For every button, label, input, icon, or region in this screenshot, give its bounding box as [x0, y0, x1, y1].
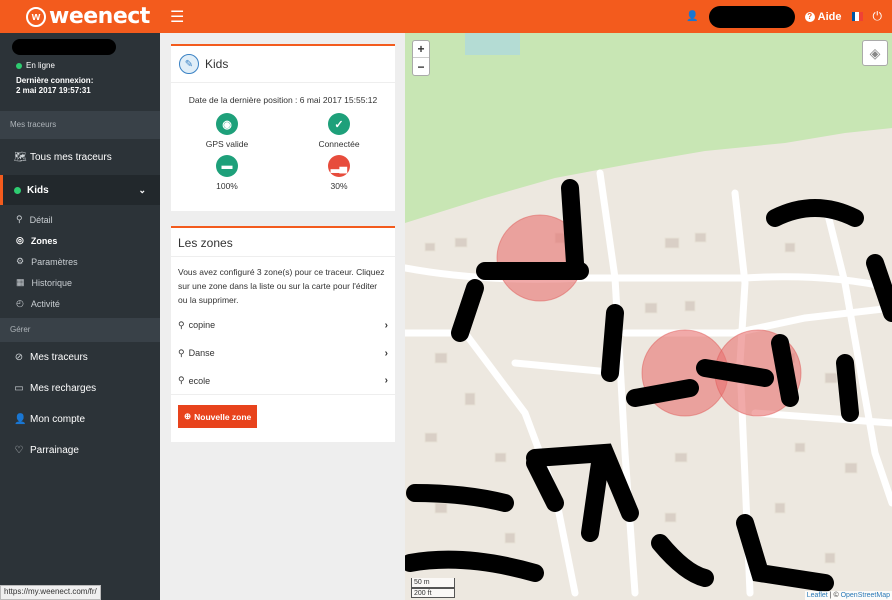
power-icon[interactable]: ⏻: [873, 9, 883, 24]
gps-stat: ◉ GPS valide: [171, 113, 283, 149]
map-attribution: Leaflet | © OpenStreetMap: [804, 591, 892, 600]
logo-icon: w: [26, 6, 46, 27]
hamburger-icon[interactable]: ☰: [170, 7, 184, 27]
leaflet-link[interactable]: Leaflet: [807, 592, 828, 599]
section-my-trackers: Mes traceurs: [0, 111, 160, 139]
last-connection: Dernière connexion: 2 mai 2017 19:57:31: [16, 76, 94, 95]
sidebar-item-activity[interactable]: ◴ Activité: [0, 293, 160, 314]
check-icon: ✓: [328, 113, 350, 135]
geofence-zones: [496, 214, 802, 417]
online-dot-icon: [16, 62, 22, 69]
map-scale: 50 m 200 ft: [411, 578, 455, 598]
osm-link[interactable]: OpenStreetMap: [841, 592, 890, 599]
dashboard-icon: ◴: [16, 298, 24, 308]
zones-title: Les zones: [171, 228, 395, 257]
help-icon: ?: [804, 11, 815, 22]
chevron-right-icon: ›: [384, 375, 388, 386]
chevron-right-icon: ›: [384, 347, 388, 359]
park-area: [405, 33, 892, 223]
new-zone-button[interactable]: ⊕ Nouvelle zone: [178, 405, 258, 428]
sidebar-item-recharges[interactable]: ▭ Mes recharges: [0, 373, 160, 404]
user-icon: 👤: [14, 414, 27, 425]
signal-icon: ▂▄: [328, 155, 350, 177]
tracker-avatar-icon: ✎: [179, 54, 199, 74]
tracker-status-dot: [14, 186, 21, 194]
tracker-name: Kids: [205, 57, 229, 71]
last-position: Date de la dernière position : 6 mai 201…: [188, 95, 378, 105]
map-view[interactable]: + − ◈ 50 m 200 ft Leaflet | © OpenStreet…: [405, 33, 892, 600]
sidebar-item-tracker-kids[interactable]: Kids ⌄: [0, 175, 160, 205]
heart-icon: ♡: [14, 445, 24, 456]
browser-status-url: https://my.weenect.com/fr/: [0, 585, 101, 600]
compass-icon: ⊘: [14, 352, 24, 363]
sidebar: En ligne Dernière connexion: 2 mai 2017 …: [0, 33, 160, 600]
target-icon: ◎: [16, 235, 24, 245]
profile-block: En ligne Dernière connexion: 2 mai 2017 …: [0, 33, 160, 111]
calendar-icon: ▦: [16, 277, 25, 287]
zone-item-ecole[interactable]: ⚲ ecole ›: [171, 367, 395, 395]
chevron-down-icon: ⌄: [138, 184, 146, 195]
battery-icon: ▬: [216, 155, 238, 177]
location-pin-icon: ⚲: [178, 319, 185, 330]
zoom-in-button[interactable]: +: [413, 41, 429, 58]
zone-item-copine[interactable]: ⚲ copine ›: [171, 311, 395, 339]
user-icon[interactable]: 👤: [686, 11, 698, 22]
connection-stat: ✓ Connectée: [283, 113, 395, 149]
location-pin-icon: ⚲: [178, 347, 185, 358]
gps-icon: ◉: [216, 113, 238, 135]
help-link[interactable]: ? Aide: [804, 10, 842, 23]
chevron-right-icon: ›: [384, 319, 388, 331]
sidebar-item-all-trackers[interactable]: 🗺 Tous mes traceurs: [0, 139, 160, 175]
location-pin-icon: ⚲: [16, 214, 23, 224]
french-flag-icon[interactable]: [851, 12, 863, 21]
tracker-stats: ◉ GPS valide ✓ Connectée ▬ 100% ▂▄ 30%: [171, 113, 395, 191]
help-label: Aide: [817, 10, 842, 23]
money-icon: ▭: [14, 383, 24, 394]
signal-stat: ▂▄ 30%: [283, 155, 395, 191]
section-manage: Gérer: [0, 318, 160, 342]
map-canvas[interactable]: [405, 33, 892, 600]
sidebar-item-detail[interactable]: ⚲ Détail: [0, 209, 160, 230]
logo-text: weenect: [49, 4, 150, 29]
zones-panel: ✎ Kids Date de la dernière position : 6 …: [160, 33, 405, 600]
sidebar-item-settings[interactable]: ⚙ Paramètres: [0, 251, 160, 272]
battery-stat: ▬ 100%: [171, 155, 283, 191]
weenect-logo[interactable]: w weenect: [26, 4, 160, 29]
sidebar-item-my-trackers[interactable]: ⊘ Mes traceurs: [0, 342, 160, 373]
user-name-redacted[interactable]: [708, 5, 795, 28]
zones-card: Les zones Vous avez configuré 3 zone(s) …: [171, 226, 395, 442]
gear-icon: ⚙: [16, 256, 25, 266]
zones-description: Vous avez configuré 3 zone(s) pour ce tr…: [178, 267, 385, 305]
sidebar-item-referral[interactable]: ♡ Parrainage: [0, 435, 160, 466]
zoom-out-button[interactable]: −: [413, 58, 429, 75]
layers-icon[interactable]: ◈: [862, 40, 888, 66]
tracker-header: ✎ Kids: [171, 46, 395, 83]
tracker-card: ✎ Kids Date de la dernière position : 6 …: [171, 44, 395, 211]
pitch-area: [465, 33, 520, 55]
top-bar: w weenect ☰ 👤 ? Aide ⏻: [0, 0, 892, 33]
sidebar-item-zones[interactable]: ◎ Zones: [0, 230, 160, 251]
location-pin-icon: ⚲: [178, 375, 185, 385]
sidebar-item-history[interactable]: ▦ Historique: [0, 272, 160, 293]
map-icon: 🗺: [14, 151, 27, 163]
profile-name-redacted: [12, 39, 116, 55]
zone-item-danse[interactable]: ⚲ Danse ›: [171, 339, 395, 367]
online-status: En ligne: [16, 61, 144, 70]
zoom-control: + −: [412, 40, 430, 76]
plus-circle-icon: ⊕: [184, 411, 192, 421]
sidebar-item-account[interactable]: 👤 Mon compte: [0, 404, 160, 435]
map-buildings: [424, 232, 858, 583]
